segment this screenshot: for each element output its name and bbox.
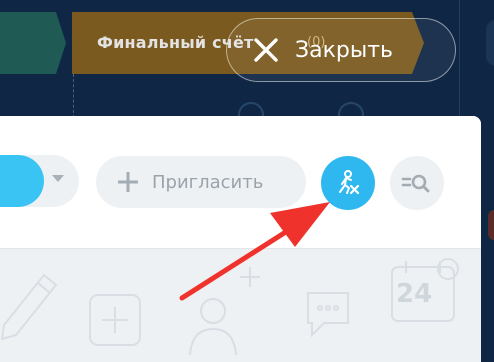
invite-button[interactable]: Пригласить	[96, 156, 306, 208]
side-card-accent	[488, 210, 494, 240]
close-button[interactable]: Закрыть	[226, 18, 456, 82]
sparkle-doodle-icon	[240, 267, 260, 287]
calendar-number: 24	[396, 279, 433, 309]
leave-chat-button[interactable]	[321, 156, 375, 210]
close-icon	[254, 38, 278, 62]
stage-column-previous	[0, 12, 66, 74]
invite-label: Пригласить	[152, 171, 264, 193]
chat-background: 24	[0, 248, 481, 362]
side-card	[486, 20, 494, 66]
plus-icon	[118, 172, 138, 192]
close-label: Закрыть	[295, 37, 393, 63]
person-doodle-icon	[189, 298, 237, 356]
dashed-guide	[73, 74, 74, 118]
chat-toolbar: ок Пригласить	[0, 116, 481, 248]
medical-doodle-icon	[89, 294, 141, 346]
chevron-down-icon[interactable]	[52, 175, 64, 182]
chat-bubble-doodle-icon	[307, 292, 349, 338]
search-list-button[interactable]	[390, 156, 444, 210]
pencil-doodle-icon	[0, 273, 58, 341]
chat-panel: ок Пригласить	[0, 116, 481, 362]
leave-chat-icon	[339, 170, 360, 195]
search-list-icon	[401, 174, 430, 193]
